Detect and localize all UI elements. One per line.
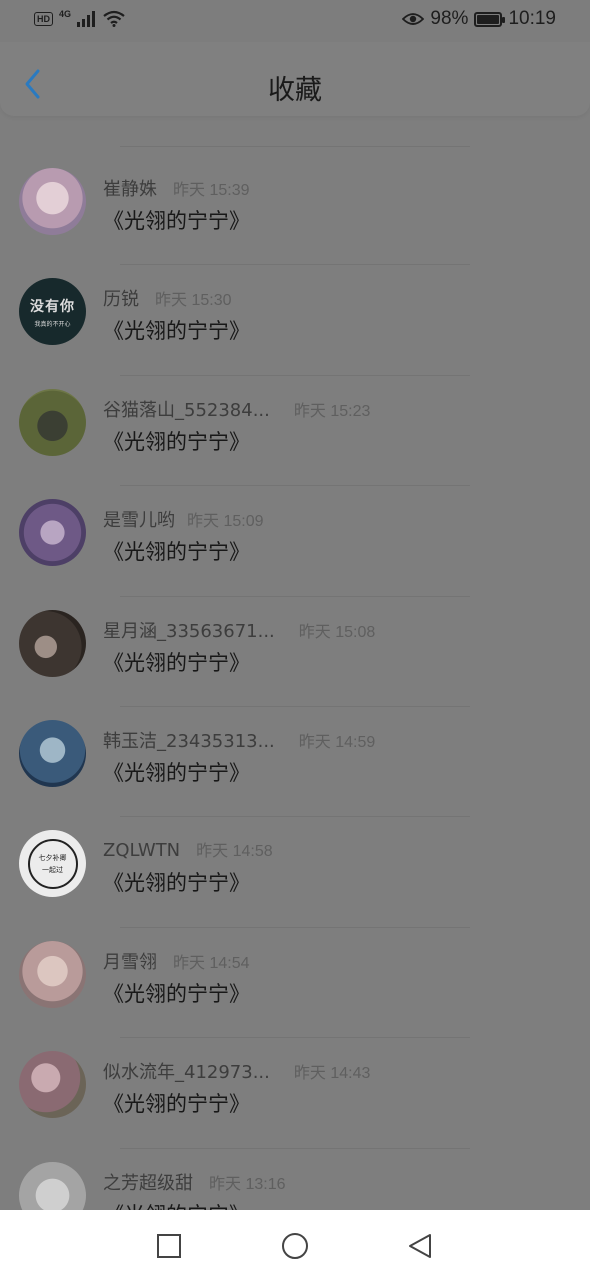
work-title[interactable]: 《光翎的宁宁》	[103, 1088, 250, 1118]
item-meta: 月雪翎 昨天 14:54	[103, 948, 250, 974]
user-name[interactable]: 韩玉洁_23435313...	[103, 727, 275, 753]
list-item[interactable]: 星月涵_33563671... 昨天 15:08 《光翎的宁宁》	[0, 597, 590, 707]
item-meta: 崔静姝 昨天 15:39	[103, 175, 250, 201]
hd-icon: HD	[34, 11, 53, 26]
list-item[interactable]: 七夕补卿一起过 ZQLWTN 昨天 14:58 《光翎的宁宁》	[0, 817, 590, 928]
timestamp: 昨天 15:39	[173, 182, 250, 199]
avatar-text: 七夕补卿	[38, 853, 67, 862]
user-name[interactable]: 星月涵_33563671...	[103, 617, 275, 643]
recent-apps-icon	[157, 1234, 181, 1258]
work-title[interactable]: 《光翎的宁宁》	[103, 205, 250, 235]
item-meta: 历锐 昨天 15:30	[103, 285, 232, 311]
page-title: 收藏	[268, 75, 322, 106]
user-name[interactable]: 历锐	[103, 285, 139, 311]
network-type: 4G	[59, 8, 72, 19]
list-item[interactable]: 月雪翎 昨天 14:54 《光翎的宁宁》	[0, 928, 590, 1039]
list-item[interactable]: 崔静姝 昨天 15:39 《光翎的宁宁》	[0, 155, 590, 266]
timestamp: 昨天 15:08	[298, 623, 376, 641]
avatar[interactable]	[19, 499, 86, 567]
work-title[interactable]: 《光翎的宁宁》	[103, 315, 250, 345]
list-item[interactable]: 谷猫落山_552384... 昨天 15:23 《光翎的宁宁》	[0, 376, 590, 487]
back-nav-button[interactable]	[406, 1232, 434, 1260]
avatar[interactable]: 没有你 我真的不开心	[19, 278, 86, 346]
recent-apps-button[interactable]	[155, 1232, 183, 1260]
avatar-subtext: 一起过	[42, 865, 63, 874]
home-icon	[282, 1233, 308, 1259]
list-item[interactable]: 是雪儿哟 昨天 15:09 《光翎的宁宁》	[0, 486, 590, 597]
user-name[interactable]: 是雪儿哟	[103, 506, 175, 532]
timestamp: 昨天 15:30	[155, 292, 232, 310]
timestamp: 昨天 14:54	[173, 954, 250, 972]
avatar[interactable]	[19, 609, 86, 677]
work-title[interactable]: 《光翎的宁宁》	[103, 978, 250, 1008]
clock: 10:19	[508, 8, 556, 29]
timestamp: 昨天 15:09	[187, 513, 264, 531]
header-bar: 收藏	[0, 42, 590, 116]
avatar[interactable]	[19, 388, 86, 456]
avatar[interactable]	[19, 940, 86, 1008]
user-name[interactable]: 谷猫落山_552384...	[103, 396, 270, 422]
user-name[interactable]: ZQLWTN	[103, 840, 180, 861]
list-item[interactable]: 没有你 我真的不开心 历锐 昨天 15:30 《光翎的宁宁》	[0, 265, 590, 376]
battery-icon	[474, 11, 506, 27]
item-meta: ZQLWTN 昨天 14:58	[103, 837, 273, 861]
timestamp: 昨天 15:23	[293, 402, 371, 420]
item-meta: 之芳超级甜 昨天 13:16	[103, 1169, 286, 1195]
status-bar: HD 4G 98% 10:19	[0, 0, 590, 42]
item-meta: 似水流年_412973... 昨天 14:43	[103, 1058, 370, 1084]
list-item[interactable]: 似水流年_412973... 昨天 14:43 《光翎的宁宁》	[0, 1038, 590, 1149]
item-meta: 韩玉洁_23435313... 昨天 14:59	[103, 727, 375, 753]
divider	[120, 146, 470, 147]
back-icon	[409, 1234, 431, 1258]
user-name[interactable]: 月雪翎	[103, 948, 157, 974]
work-title[interactable]: 《光翎的宁宁》	[103, 757, 250, 787]
timestamp: 昨天 14:43	[293, 1065, 371, 1083]
wifi-icon	[103, 10, 125, 27]
avatar-badge: 七夕补卿 一起过	[27, 838, 78, 889]
battery-percent: 98%	[430, 8, 469, 29]
timestamp: 昨天 14:59	[298, 733, 376, 751]
user-name[interactable]: 之芳超级甜	[103, 1169, 193, 1195]
work-title[interactable]: 《光翎的宁宁》	[103, 536, 250, 566]
avatar[interactable]: 七夕补卿 一起过	[19, 830, 86, 898]
timestamp: 昨天 14:58	[196, 843, 273, 861]
item-meta: 星月涵_33563671... 昨天 15:08	[103, 617, 375, 643]
timestamp: 昨天 13:16	[209, 1175, 286, 1193]
avatar[interactable]	[19, 719, 86, 787]
eye-icon	[402, 13, 425, 25]
signal-icon	[77, 10, 96, 27]
battery-level	[477, 14, 500, 24]
avatar-subtext: 我真的不开心	[34, 320, 71, 328]
work-title[interactable]: 《光翎的宁宁》	[103, 426, 250, 456]
user-name[interactable]: 崔静姝	[103, 175, 157, 201]
avatar[interactable]	[19, 1051, 86, 1119]
work-title[interactable]: 《光翎的宁宁》	[103, 647, 250, 677]
home-button[interactable]	[281, 1232, 309, 1260]
avatar-text: 没有你	[30, 298, 75, 315]
item-meta: 谷猫落山_552384... 昨天 15:23	[103, 396, 370, 422]
list-item[interactable]: 韩玉洁_23435313... 昨天 14:59 《光翎的宁宁》	[0, 707, 590, 818]
avatar[interactable]	[19, 168, 86, 235]
user-name[interactable]: 似水流年_412973...	[103, 1058, 270, 1084]
item-meta: 是雪儿哟 昨天 15:09	[103, 506, 264, 532]
work-title[interactable]: 《光翎的宁宁》	[103, 867, 250, 897]
navigation-bar	[0, 1210, 590, 1280]
